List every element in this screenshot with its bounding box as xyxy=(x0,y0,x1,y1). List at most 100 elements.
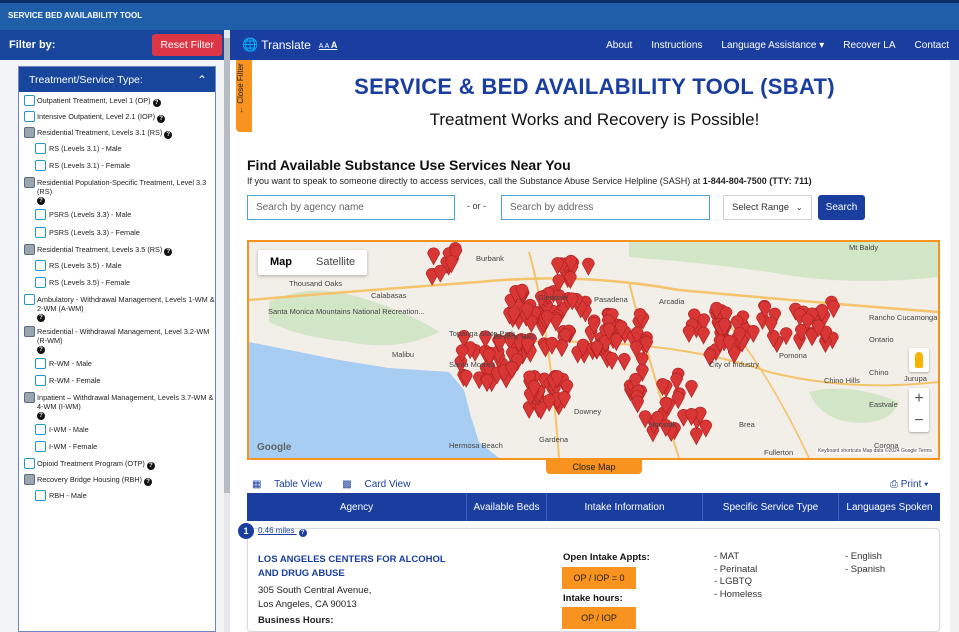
filter-option[interactable]: Inpatient – Withdrawal Management, Level… xyxy=(24,392,215,420)
filter-option[interactable]: PSRS (Levels 3.3) - Female xyxy=(24,227,215,240)
zoom-out-button[interactable]: − xyxy=(909,410,929,432)
print-button[interactable]: ⎙ Print ▾ xyxy=(890,479,928,490)
filter-option[interactable]: RS (Levels 3.5) - Male xyxy=(24,260,215,273)
agency-search-input[interactable] xyxy=(247,195,455,220)
filter-checkbox[interactable] xyxy=(35,358,46,369)
card-view-link[interactable]: ▩ Card View xyxy=(342,479,420,490)
filter-option[interactable]: RS (Levels 3.5) - Female xyxy=(24,277,215,290)
filter-option[interactable]: Residential Population-Specific Treatmen… xyxy=(24,177,215,205)
text-size-control[interactable]: A A A xyxy=(319,40,338,50)
filter-checkbox[interactable] xyxy=(35,424,46,435)
filter-option[interactable]: RS (Levels 3.1) - Male xyxy=(24,143,215,156)
help-icon[interactable]: ? xyxy=(37,412,45,420)
nav-link[interactable]: Language Assistance ▾ xyxy=(721,40,824,51)
close-map-tab[interactable]: Close Map xyxy=(546,460,642,474)
nav-link[interactable]: About xyxy=(606,40,632,51)
map-attribution[interactable]: Keyboard shortcuts Map data ©2024 Google… xyxy=(816,448,934,454)
search-button[interactable]: Search xyxy=(818,195,865,220)
col-header-languages[interactable]: Languages Spoken xyxy=(839,493,940,521)
filter-option[interactable]: I-WM - Male xyxy=(24,424,215,437)
filter-checkbox[interactable] xyxy=(24,95,35,106)
map-pin-marker[interactable] xyxy=(459,369,473,388)
map-view[interactable]: Thousand Oaks Calabasas Burbank Glendale Pas… xyxy=(247,240,940,460)
table-view-link[interactable]: ▦ Table View xyxy=(252,479,332,490)
filter-checkbox[interactable] xyxy=(35,260,46,271)
filter-checkbox[interactable] xyxy=(35,490,46,501)
help-icon[interactable]: ? xyxy=(37,197,45,205)
filter-option[interactable]: Recovery Bridge Housing (RBH)? xyxy=(24,474,215,486)
filter-checkbox[interactable] xyxy=(24,111,35,122)
treatment-filter-toggle[interactable]: Treatment/Service Type: ⌃ xyxy=(19,67,215,92)
col-header-intake[interactable]: Intake Information xyxy=(547,493,703,521)
help-icon[interactable]: ? xyxy=(152,99,161,107)
map-pin-marker[interactable] xyxy=(631,395,644,414)
nav-link[interactable]: Contact xyxy=(915,40,949,51)
filter-checkbox[interactable] xyxy=(24,177,35,188)
address-search-input[interactable] xyxy=(501,195,710,220)
agency-name-link[interactable]: LOS ANGELES CENTERS FOR ALCOHOL AND DRUG… xyxy=(258,553,458,581)
filter-checkbox[interactable] xyxy=(35,143,46,154)
help-icon[interactable]: ? xyxy=(164,248,173,256)
col-header-service[interactable]: Specific Service Type xyxy=(703,493,839,521)
filter-option[interactable]: Intensive Outpatient, Level 2.1 (IOP)? xyxy=(24,111,215,123)
filter-option[interactable]: Ambulatory - Withdrawal Management, Leve… xyxy=(24,294,215,322)
filter-option[interactable]: PSRS (Levels 3.3) - Male xyxy=(24,209,215,222)
help-icon[interactable]: ? xyxy=(37,346,45,354)
filter-checkbox[interactable] xyxy=(35,209,46,220)
filter-option[interactable]: R-WM - Female xyxy=(24,375,215,388)
filter-checkbox[interactable] xyxy=(24,392,35,403)
street-view-pegman-icon[interactable] xyxy=(909,348,929,372)
col-header-agency[interactable]: Agency xyxy=(247,493,467,521)
filter-option[interactable]: Opioid Treatment Program (OTP)? xyxy=(24,458,215,470)
filter-option[interactable]: RS (Levels 3.1) - Female xyxy=(24,160,215,173)
filter-checkbox[interactable] xyxy=(24,458,35,469)
help-icon[interactable]: ? xyxy=(298,529,307,537)
map-pin-marker[interactable] xyxy=(685,380,698,398)
map-pin-marker[interactable] xyxy=(434,264,447,283)
range-select[interactable]: Select Range ⌄ xyxy=(723,195,812,220)
helpline-phone[interactable]: 1-844-804-7500 (TTY: 711) xyxy=(703,176,812,186)
map-pin-marker[interactable] xyxy=(534,401,548,420)
filter-checkbox[interactable] xyxy=(24,244,35,255)
translate-control[interactable]: 🌐 Translate A A A xyxy=(242,37,337,53)
help-icon[interactable]: ? xyxy=(157,115,166,123)
map-pin-marker[interactable] xyxy=(564,271,577,290)
filter-option[interactable]: RBH - Male xyxy=(24,490,215,503)
filter-option[interactable]: R-WM - Male xyxy=(24,358,215,371)
zoom-in-button[interactable]: + xyxy=(909,388,929,410)
help-icon[interactable]: ? xyxy=(164,131,173,139)
filter-checkbox[interactable] xyxy=(24,474,35,485)
filter-checkbox[interactable] xyxy=(35,375,46,386)
filter-checkbox[interactable] xyxy=(35,441,46,452)
map-pin-marker[interactable] xyxy=(671,391,685,410)
help-icon[interactable]: ? xyxy=(146,462,155,470)
filter-checkbox[interactable] xyxy=(24,294,35,305)
map-pin-marker[interactable] xyxy=(697,326,710,345)
filter-option[interactable]: Residential Treatment, Levels 3.1 (RS)? xyxy=(24,127,215,139)
nav-link[interactable]: Recover LA xyxy=(843,40,895,51)
filter-option[interactable]: Residential - Withdrawal Management, Lev… xyxy=(24,326,215,354)
filter-checkbox[interactable] xyxy=(35,277,46,288)
main-scrollbar[interactable] xyxy=(950,60,959,632)
filter-checkbox[interactable] xyxy=(24,326,35,337)
filter-option[interactable]: I-WM - Female xyxy=(24,441,215,454)
map-pin-marker[interactable] xyxy=(427,247,440,266)
map-pin-marker[interactable] xyxy=(690,427,703,446)
map-tab[interactable]: Map xyxy=(258,250,304,275)
filter-option[interactable]: Residential Treatment, Levels 3.5 (RS)? xyxy=(24,244,215,256)
distance-link[interactable]: 0.46 miles ? xyxy=(258,526,307,537)
filter-checkbox[interactable] xyxy=(24,127,35,138)
help-icon[interactable]: ? xyxy=(144,478,153,486)
help-icon[interactable]: ? xyxy=(37,314,45,322)
col-header-beds[interactable]: Available Beds xyxy=(467,493,547,521)
map-pin-marker[interactable] xyxy=(582,257,595,276)
filter-option[interactable]: Outpatient Treatment, Level 1 (OP)? xyxy=(24,95,215,107)
map-pin-marker[interactable] xyxy=(617,353,631,371)
filter-checkbox[interactable] xyxy=(35,160,46,171)
reset-filter-button[interactable]: Reset Filter xyxy=(152,34,222,56)
map-pin-marker[interactable] xyxy=(682,325,696,344)
filter-checkbox[interactable] xyxy=(35,227,46,238)
sidebar-scrollbar-thumb[interactable] xyxy=(224,38,230,493)
nav-link[interactable]: Instructions xyxy=(651,40,702,51)
satellite-tab[interactable]: Satellite xyxy=(304,250,367,275)
